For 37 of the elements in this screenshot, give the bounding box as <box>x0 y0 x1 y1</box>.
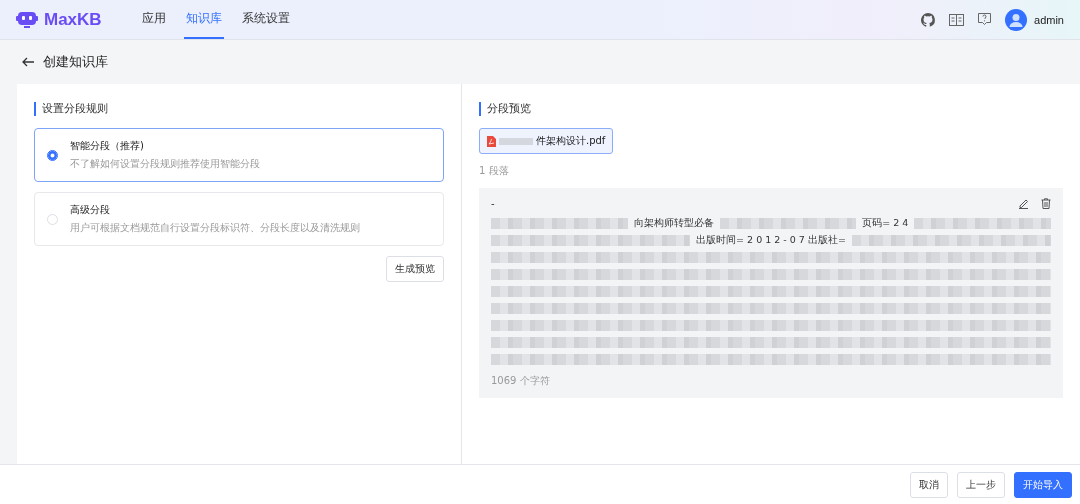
app-logo-text: MaxKB <box>44 9 102 30</box>
avatar-icon[interactable] <box>1005 8 1028 31</box>
option-title: 智能分段（推荐) <box>70 139 145 153</box>
pdf-icon <box>487 135 496 147</box>
option-title: 高级分段 <box>70 203 111 217</box>
option-card[interactable]: 智能分段（推荐) 不了解如何设置分段规则推荐使用智能分段 <box>34 128 444 182</box>
option-description: 不了解如何设置分段规则推荐使用智能分段 <box>70 157 260 171</box>
file-tab[interactable]: 件架构设计.pdf <box>479 128 614 154</box>
file-name: 件架构设计.pdf <box>536 134 606 148</box>
footer-button[interactable]: 取消 <box>910 471 948 498</box>
blurred-text <box>499 137 533 145</box>
back-arrow-icon[interactable] <box>22 57 35 67</box>
footer-button[interactable]: 开始导入 <box>1014 471 1072 498</box>
character-count: 1069 个字符 <box>491 374 551 388</box>
segment-text: 出版时间= 2 0 1 2 - 0 7 出版社= <box>696 234 846 247</box>
preview-button[interactable]: 生成预览 <box>386 256 444 282</box>
book-icon[interactable] <box>949 13 965 26</box>
radio-button[interactable] <box>47 149 58 161</box>
user-name[interactable]: admin <box>1034 13 1064 26</box>
segment-text: 向架构师转型必备 <box>633 217 714 230</box>
nav-tab[interactable]: 知识库 <box>184 0 224 39</box>
nav-tab[interactable]: 应用 <box>140 0 168 39</box>
github-icon[interactable] <box>921 12 936 27</box>
paragraph-count: 1 段落 <box>479 164 510 178</box>
option-description: 用户可根据文档规范自行设置分段标识符、分段长度以及清洗规则 <box>70 221 360 235</box>
footer-button[interactable]: 上一步 <box>957 471 1005 498</box>
edit-icon[interactable] <box>1018 198 1029 209</box>
option-card[interactable]: 高级分段 用户可根据文档规范自行设置分段标识符、分段长度以及清洗规则 <box>34 192 444 246</box>
robot-logo-icon <box>16 10 38 29</box>
segment-title: - <box>491 198 495 209</box>
segment-text: 页码= 2 4 <box>862 217 909 230</box>
delete-icon[interactable] <box>1041 198 1051 209</box>
section-heading: 设置分段规则 <box>34 102 444 116</box>
section-heading: 分段预览 <box>479 102 1063 116</box>
help-icon[interactable] <box>978 13 992 26</box>
page-title: 创建知识库 <box>43 53 108 71</box>
nav-tab[interactable]: 系统设置 <box>240 0 292 39</box>
